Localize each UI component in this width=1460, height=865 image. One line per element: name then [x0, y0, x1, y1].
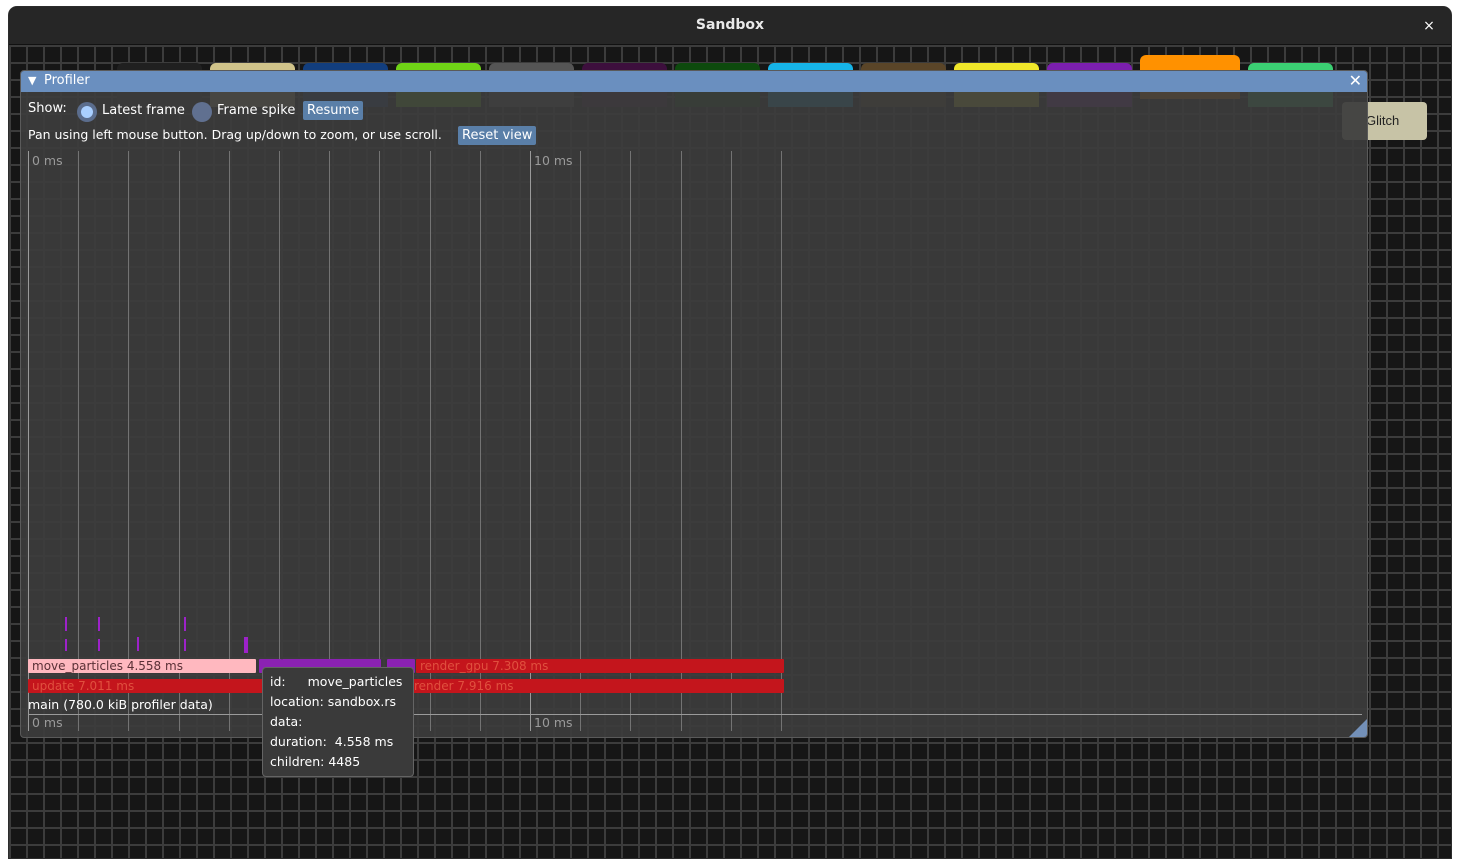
- timeline-gridline: [128, 151, 130, 731]
- radio-frame-spike[interactable]: [192, 102, 212, 122]
- timeline-gridline: [329, 151, 331, 731]
- child-scope-tick[interactable]: [65, 639, 67, 651]
- scope-render[interactable]: render 7.916 ms: [410, 679, 784, 693]
- collapse-triangle-icon[interactable]: ▼: [28, 74, 36, 87]
- profiler-close-icon[interactable]: ✕: [1349, 71, 1362, 90]
- tooltip-id-key: id:: [270, 674, 286, 689]
- tooltip-duration-key: duration:: [270, 734, 327, 749]
- axis-label-bottom-0ms: 0 ms: [32, 715, 63, 730]
- child-scope-tick[interactable]: [137, 637, 139, 651]
- window-title: Sandbox: [695, 17, 765, 33]
- timeline-gridline: [630, 151, 632, 731]
- flamegraph-timeline[interactable]: 0 ms 10 ms move_particles 4.558 ms rende…: [28, 151, 1362, 731]
- tooltip-location: location: sandbox.rs: [270, 694, 397, 709]
- timeline-gridline: [379, 151, 381, 731]
- child-scope-tick[interactable]: [244, 637, 248, 653]
- timeline-gridline: [479, 151, 481, 731]
- timeline-gridline: [279, 151, 280, 731]
- scope-render-gpu[interactable]: render_gpu 7.308 ms: [416, 659, 784, 673]
- axis-label-top-10ms: 10 ms: [534, 153, 573, 168]
- tooltip-children: children: 4485: [270, 754, 361, 769]
- tooltip-data: data:: [270, 714, 303, 729]
- timeline-gridline: [178, 151, 180, 731]
- axis-label-bottom-10ms: 10 ms: [534, 715, 573, 730]
- timeline-gridline: [680, 151, 682, 731]
- timeline-gridline: [78, 151, 80, 731]
- profiler-title: Profiler: [44, 73, 90, 88]
- resume-button[interactable]: Resume: [303, 101, 364, 120]
- profiler-header[interactable]: ▼ Profiler ✕: [21, 71, 1367, 92]
- window-close-icon[interactable]: ×: [1419, 16, 1439, 36]
- radio-label-latest-frame: Latest frame: [102, 103, 185, 118]
- timeline-gridline: [28, 151, 29, 731]
- radio-latest-frame[interactable]: [77, 102, 97, 122]
- profiler-panel: ▼ Profiler ✕ Show: Latest frame Frame sp…: [20, 70, 1368, 738]
- radio-label-frame-spike: Frame spike: [217, 103, 296, 118]
- timeline-gridline: [580, 151, 582, 731]
- resize-grip-icon[interactable]: [1349, 719, 1367, 737]
- timeline-gridline: [530, 151, 531, 731]
- scope-tooltip: id: move_particles location: sandbox.rs d…: [262, 667, 414, 777]
- axis-label-top-0ms: 0 ms: [32, 153, 63, 168]
- tooltip-duration-value: 4.558 ms: [334, 734, 394, 749]
- child-scope-tick[interactable]: [98, 639, 100, 651]
- child-scope-tick[interactable]: [98, 617, 100, 631]
- timeline-gridline: [730, 151, 732, 731]
- timeline-gridline: [781, 151, 782, 731]
- scope-move-particles[interactable]: move_particles 4.558 ms: [28, 659, 256, 673]
- child-scope-tick[interactable]: [65, 617, 67, 631]
- show-label: Show:: [28, 101, 67, 116]
- thread-label-main: main (780.0 kiB profiler data): [28, 697, 213, 712]
- pan-hint: Pan using left mouse button. Drag up/dow…: [28, 127, 442, 142]
- tooltip-id-value: move_particles: [307, 674, 403, 689]
- timeline-gridline: [429, 151, 431, 731]
- child-scope-tick[interactable]: [184, 639, 186, 651]
- window-titlebar[interactable]: Sandbox ×: [9, 7, 1451, 45]
- timeline-baseline: [28, 714, 1362, 715]
- tooltip-id-row: id: move_particles: [270, 674, 406, 694]
- timeline-gridline: [228, 151, 230, 731]
- reset-view-button[interactable]: Reset view: [458, 126, 537, 145]
- child-scope-tick[interactable]: [184, 617, 186, 631]
- tooltip-duration-row: duration: 4.558 ms: [270, 734, 406, 754]
